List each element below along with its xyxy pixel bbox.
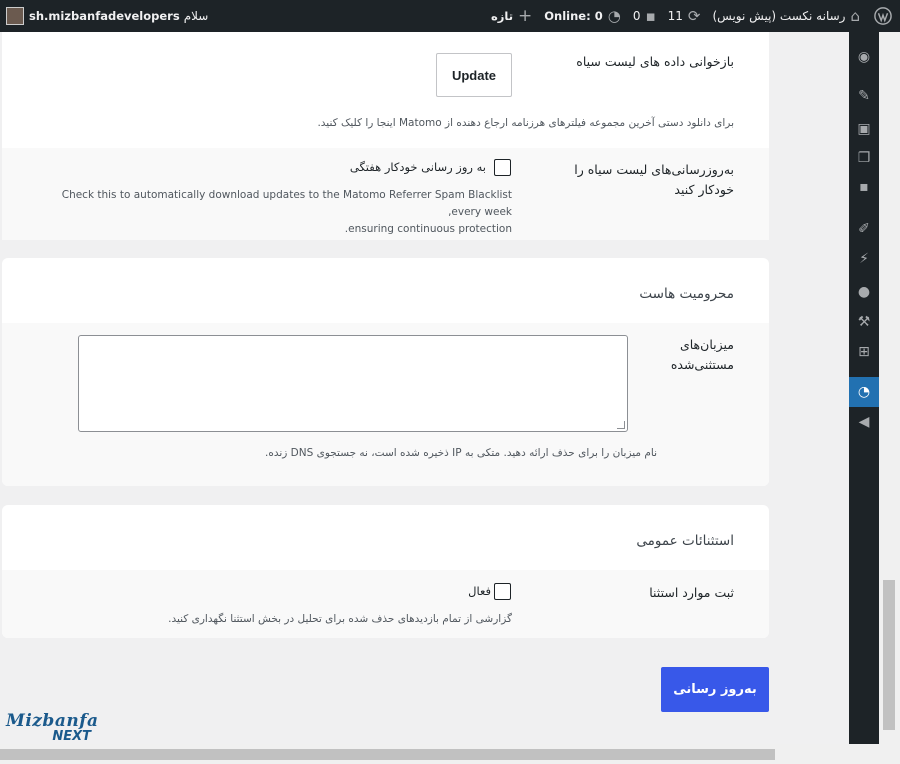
comments-icon[interactable]: ▪ — [849, 174, 879, 200]
auto-update-label: به‌روزرسانی‌های لیست سیاه را خودکار کنید — [574, 162, 734, 197]
users-icon[interactable]: ● — [849, 279, 879, 305]
vertical-scrollbar-thumb[interactable] — [883, 580, 895, 730]
auto-update-desc: Check this to automatically download upd… — [61, 189, 512, 235]
resize-handle[interactable] — [617, 421, 625, 429]
excluded-hosts-desc: نام میزبان را برای حذف ارائه دهید. متکی … — [264, 447, 657, 459]
excluded-hosts-textarea[interactable] — [78, 335, 628, 432]
updates-icon: ⟳ — [687, 6, 701, 25]
comments-link[interactable]: ▪ 0 — [627, 0, 662, 32]
record-exclusions-checkbox[interactable] — [494, 583, 511, 600]
auto-update-checkbox[interactable] — [494, 159, 511, 176]
reload-blacklist-desc: برای دانلود دستی آخرین مجموعه فیلترهای ه… — [317, 117, 734, 129]
horizontal-scrollbar[interactable] — [0, 744, 879, 764]
general-exclusions-card: استثنائات عمومی ثبت موارد استثنا فعال گز… — [2, 505, 769, 638]
host-exclusion-title: محرومیت هاست — [639, 286, 734, 302]
site-name-link[interactable]: ⌂ رسانه نکست (پیش نویس) — [706, 0, 866, 32]
horizontal-scrollbar-thumb[interactable] — [0, 749, 775, 760]
media-icon[interactable]: ▣ — [849, 116, 879, 142]
plugins-icon[interactable]: ⚡ — [849, 246, 879, 272]
appearance-icon[interactable]: ✐ — [849, 216, 879, 242]
host-exclusion-card: محرومیت هاست میزبان‌های مستثنی‌شده نام م… — [2, 258, 769, 486]
record-exclusions-row: ثبت موارد استثنا فعال گزارشی از تمام باز… — [2, 570, 769, 638]
new-content-link[interactable]: + تازه — [485, 0, 538, 32]
general-exclusions-title: استثنائات عمومی — [636, 533, 734, 549]
submit-update-button[interactable]: به‌روز رسانی — [661, 667, 769, 712]
my-account-link[interactable]: سلام sh.mizbanfadevelopers — [0, 0, 214, 32]
admin-sidebar: ◉ ✎ ▣ ❐ ▪ ✐ ⚡ ● ⚒ ⊞ ◔ ◀ — [849, 32, 879, 744]
pages-icon[interactable]: ❐ — [849, 145, 879, 171]
tools-icon[interactable]: ⚒ — [849, 309, 879, 335]
main-content: بازخوانی داده های لیست سیاه Update برای … — [0, 32, 849, 744]
settings-icon[interactable]: ⊞ — [849, 339, 879, 365]
record-exclusions-desc: گزارشی از تمام بازدیدهای حذف شده برای تح… — [168, 613, 512, 625]
record-exclusions-checkbox-label: فعال — [468, 584, 491, 598]
update-button[interactable]: Update — [436, 53, 512, 97]
home-icon: ⌂ — [850, 6, 860, 25]
wordpress-logo-icon[interactable] — [866, 0, 900, 32]
chart-pie-icon: ◔ — [607, 6, 621, 25]
dashboard-icon[interactable]: ◉ — [849, 44, 879, 70]
updates-link[interactable]: ⟳ 11 — [662, 0, 707, 32]
excluded-hosts-label: میزبان‌های مستثنی‌شده — [670, 337, 734, 372]
auto-update-checkbox-label: به روز رسانی خودکار هفتگی — [349, 160, 486, 174]
pin-icon[interactable]: ✎ — [849, 83, 879, 109]
collapse-menu-icon[interactable]: ◀ — [849, 409, 879, 435]
avatar — [6, 7, 24, 25]
blacklist-card: بازخوانی داده های لیست سیاه Update برای … — [2, 32, 769, 240]
mizbanfa-next-logo: Mizbanfa NEXT — [6, 711, 99, 744]
excluded-hosts-row: میزبان‌های مستثنی‌شده نام میزبان را برای… — [2, 323, 769, 486]
auto-update-row: به‌روزرسانی‌های لیست سیاه را خودکار کنید… — [2, 148, 769, 240]
record-exclusions-label: ثبت موارد استثنا — [649, 585, 734, 600]
reload-blacklist-label: بازخوانی داده های لیست سیاه — [576, 54, 734, 69]
vertical-scrollbar[interactable] — [879, 32, 900, 764]
comment-icon: ▪ — [645, 6, 656, 25]
plus-icon: + — [518, 5, 533, 26]
admin-bar: ⌂ رسانه نکست (پیش نویس) ⟳ 11 ▪ 0 ◔ Onlin… — [0, 0, 900, 32]
matomo-stats-icon[interactable]: ◔ — [849, 377, 879, 407]
online-stats-link[interactable]: ◔ Online: 0 — [538, 0, 627, 32]
